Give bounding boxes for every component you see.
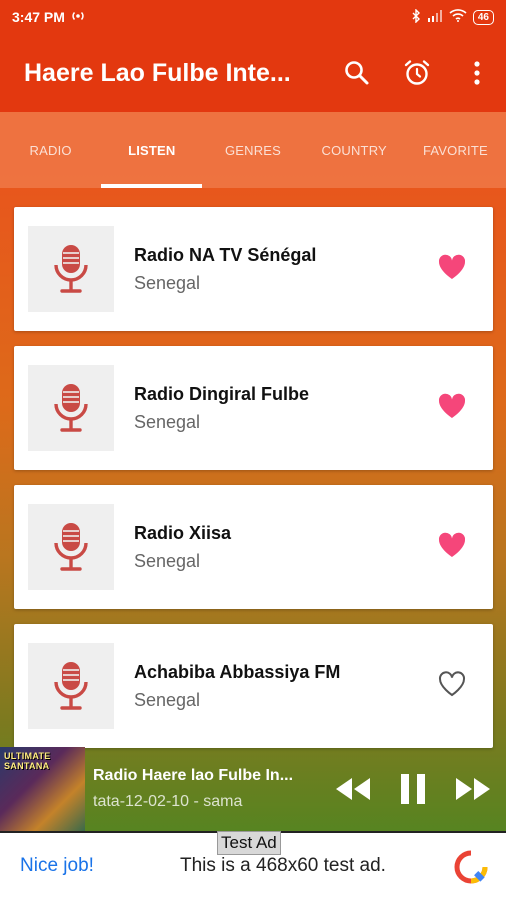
ad-banner[interactable]: Test Ad Nice job! This is a 468x60 test … bbox=[0, 831, 506, 900]
station-thumbnail bbox=[28, 365, 114, 451]
microphone-icon bbox=[54, 245, 88, 293]
now-playing-title: Radio Haere lao Fulbe In... bbox=[93, 767, 294, 784]
wifi-icon bbox=[449, 9, 467, 25]
station-thumbnail bbox=[28, 643, 114, 729]
heart-filled-icon[interactable] bbox=[437, 253, 467, 283]
now-playing-info: Radio Haere lao Fulbe In... tata-12-02-1… bbox=[93, 767, 328, 811]
pause-icon[interactable] bbox=[394, 769, 432, 809]
station-info: Radio NA TV Sénégal Senegal bbox=[134, 245, 316, 294]
alarm-icon[interactable] bbox=[402, 58, 432, 88]
status-right: 46 bbox=[411, 7, 494, 26]
status-bar: 3:47 PM 46 bbox=[0, 0, 506, 34]
station-card[interactable]: Achabiba Abbassiya FM Senegal bbox=[14, 624, 493, 748]
app-title: Haere Lao Fulbe Inte... bbox=[24, 58, 291, 87]
app-bar: Haere Lao Fulbe Inte... bbox=[0, 34, 506, 112]
station-country: Senegal bbox=[134, 689, 201, 710]
app-actions bbox=[342, 34, 492, 112]
tab-listen[interactable]: LISTEN bbox=[101, 112, 203, 188]
bluetooth-icon bbox=[411, 7, 421, 26]
station-info: Achabiba Abbassiya FM Senegal bbox=[134, 662, 340, 711]
status-time: 3:47 PM bbox=[12, 9, 65, 25]
station-country: Senegal bbox=[134, 550, 201, 571]
tab-favorite[interactable]: FAVORITE bbox=[405, 112, 506, 188]
station-card[interactable]: Radio Xiisa Senegal bbox=[14, 485, 493, 609]
search-icon[interactable] bbox=[342, 58, 372, 88]
now-playing-bar[interactable]: ULTIMATE SANTANA Radio Haere lao Fulbe I… bbox=[0, 747, 506, 831]
heart-filled-icon[interactable] bbox=[437, 392, 467, 422]
station-list: Radio NA TV Sénégal Senegal Radio Dingir… bbox=[14, 207, 493, 763]
station-card[interactable]: Radio NA TV Sénégal Senegal bbox=[14, 207, 493, 331]
station-name: Radio Dingiral Fulbe bbox=[134, 383, 310, 404]
microphone-icon bbox=[54, 384, 88, 432]
station-card[interactable]: Radio Dingiral Fulbe Senegal bbox=[14, 346, 493, 470]
album-art: ULTIMATE SANTANA bbox=[0, 747, 85, 831]
now-playing-subtitle: tata-12-02-10 - sama bbox=[93, 793, 243, 810]
station-info: Radio Dingiral Fulbe Senegal bbox=[134, 384, 309, 433]
tab-genres[interactable]: GENRES bbox=[202, 112, 303, 188]
player-controls bbox=[334, 769, 492, 809]
signal-icon bbox=[427, 9, 443, 25]
tab-country[interactable]: COUNTRY bbox=[304, 112, 405, 188]
fast-forward-icon[interactable] bbox=[454, 769, 492, 809]
station-thumbnail bbox=[28, 504, 114, 590]
status-left: 3:47 PM bbox=[12, 9, 85, 25]
tab-radio[interactable]: RADIO bbox=[0, 112, 101, 188]
broadcast-icon bbox=[71, 9, 85, 25]
ad-body-text: This is a 468x60 test ad. bbox=[180, 855, 386, 876]
station-country: Senegal bbox=[134, 411, 201, 432]
station-info: Radio Xiisa Senegal bbox=[134, 523, 231, 572]
tab-bar: RADIO LISTEN GENRES COUNTRY FAVORITE bbox=[0, 112, 506, 188]
microphone-icon bbox=[54, 523, 88, 571]
station-name: Radio NA TV Sénégal bbox=[134, 244, 317, 265]
ad-label: Test Ad bbox=[217, 831, 281, 855]
more-options-icon[interactable] bbox=[462, 58, 492, 88]
rewind-icon[interactable] bbox=[334, 769, 372, 809]
station-thumbnail bbox=[28, 226, 114, 312]
ad-logo-icon bbox=[454, 850, 488, 884]
microphone-icon bbox=[54, 662, 88, 710]
station-name: Achabiba Abbassiya FM bbox=[134, 661, 341, 682]
heart-outline-icon[interactable] bbox=[437, 670, 467, 700]
ad-nice-text: Nice job! bbox=[20, 855, 94, 876]
battery-icon: 46 bbox=[472, 9, 494, 25]
station-name: Radio Xiisa bbox=[134, 522, 232, 543]
album-art-text: ULTIMATE SANTANA bbox=[4, 751, 51, 771]
station-country: Senegal bbox=[134, 272, 201, 293]
heart-filled-icon[interactable] bbox=[437, 531, 467, 561]
